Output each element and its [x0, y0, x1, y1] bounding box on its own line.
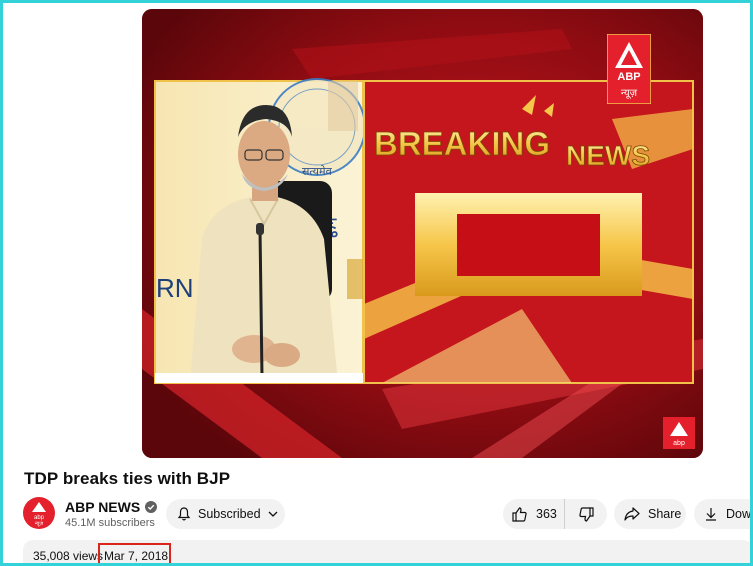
share-button[interactable]: Share [614, 499, 686, 529]
abp-news-logo: ABP न्यूज़ [607, 34, 651, 104]
like-count: 363 [536, 507, 557, 521]
svg-text:न्यूज़: न्यूज़ [621, 88, 638, 99]
channel-avatar[interactable]: abp न्यूज़ [23, 497, 55, 529]
svg-text:BREAKING: BREAKING [374, 125, 550, 162]
share-icon [624, 507, 640, 521]
download-button[interactable]: Download [694, 499, 753, 529]
view-count: 35,008 views [33, 549, 104, 563]
dislike-button[interactable] [565, 499, 607, 529]
share-label: Share [648, 507, 682, 521]
svg-text:ABP: ABP [617, 71, 640, 83]
svg-text:सत्यमेव: सत्यमेव [302, 165, 333, 178]
video-player[interactable]: सत्यमेव డ్ RN [142, 9, 703, 458]
video-title: TDP breaks ties with BJP [24, 469, 231, 488]
svg-text:abp: abp [673, 440, 685, 447]
verified-icon [145, 501, 158, 513]
channel-name[interactable]: ABP NEWS [65, 499, 140, 515]
subscriber-count: 45.1M subscribers [65, 517, 155, 529]
channel-name-row: ABP NEWS [65, 499, 158, 515]
download-icon [706, 508, 716, 521]
speaker-panel: सत्यमेव డ్ RN [154, 78, 366, 384]
bell-icon [177, 507, 191, 521]
abp-watermark-logo: abp [663, 417, 695, 449]
download-label: Download [726, 507, 753, 521]
svg-text:NEWS: NEWS [566, 140, 650, 171]
subscribed-button[interactable]: Subscribed [166, 499, 285, 529]
thumbs-up-icon [512, 506, 527, 522]
chevron-down-icon [268, 511, 278, 517]
upload-date: Mar 7, 2018 [104, 549, 169, 563]
subscribed-label: Subscribed [198, 507, 261, 521]
like-button[interactable]: 363 [503, 499, 565, 529]
breaking-news-panel: BREAKING NEWS [363, 80, 694, 384]
svg-text:न्यूज़: न्यूज़ [35, 521, 43, 527]
svg-text:RN: RN [156, 273, 194, 303]
thumbs-down-icon [578, 506, 594, 522]
like-dislike-group: 363 [503, 499, 607, 529]
